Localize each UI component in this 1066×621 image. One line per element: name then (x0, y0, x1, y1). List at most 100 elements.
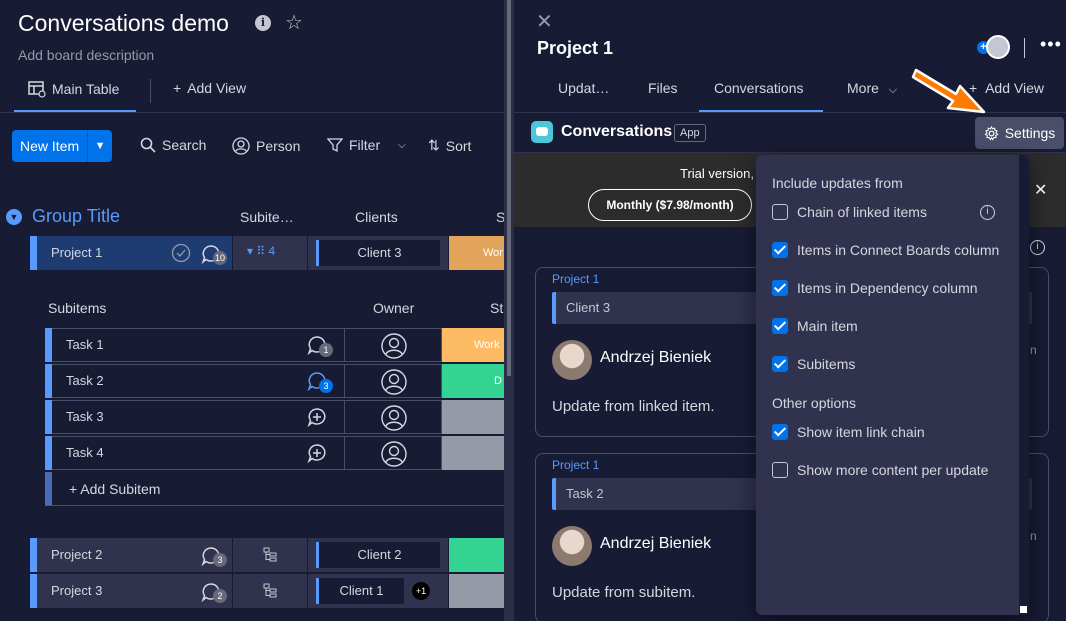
owner-cell[interactable] (344, 400, 442, 434)
chevron-down-icon[interactable]: ▼ (6, 208, 22, 225)
status-cell[interactable]: D (442, 364, 504, 398)
option-dependency-column[interactable]: Items in Dependency column (772, 280, 978, 296)
add-update-icon[interactable] (307, 407, 327, 427)
status-cell[interactable]: Wor (449, 236, 504, 270)
update-bubble-icon[interactable]: 3 (201, 545, 227, 567)
checkbox[interactable] (772, 462, 788, 478)
tab-files[interactable]: Files (648, 80, 678, 96)
monthly-plan-button[interactable]: Monthly ($7.98/month) (588, 189, 752, 221)
card-project-link[interactable]: Project 1 (552, 458, 599, 472)
subitem-name[interactable]: Task 4 (52, 436, 344, 470)
subitem-name[interactable]: Task 2 3 (52, 364, 344, 398)
option-show-item-link-chain[interactable]: Show item link chain (772, 424, 925, 440)
checkbox[interactable] (772, 280, 788, 296)
subitem-name[interactable]: Task 3 (52, 400, 344, 434)
item-name[interactable]: Project 2 3 (37, 538, 232, 572)
close-icon[interactable]: ✕ (536, 9, 553, 34)
settings-button[interactable]: Settings (975, 117, 1064, 149)
owner-cell[interactable] (344, 364, 442, 398)
option-chain-of-linked-items[interactable]: Chain of linked items (772, 204, 927, 220)
update-bubble-icon[interactable]: 2 (201, 581, 227, 603)
subitem-name[interactable]: Task 1 1 (52, 328, 344, 362)
update-bubble-icon[interactable]: 10 (201, 243, 227, 265)
owner-cell[interactable] (344, 328, 442, 362)
table-row[interactable]: Project 2 3 Client 2 (30, 538, 504, 572)
subitem-row[interactable]: Task 4 (45, 436, 504, 470)
group-title[interactable]: ▼ Group Title (6, 206, 120, 227)
clients-cell[interactable]: Client 3 (308, 236, 448, 270)
option-subitems[interactable]: Subitems (772, 356, 855, 372)
column-header-status[interactable]: S (496, 209, 504, 225)
checkbox[interactable] (772, 356, 788, 372)
person-icon[interactable] (381, 405, 407, 431)
option-main-item[interactable]: Main item (772, 318, 858, 334)
clients-cell[interactable]: Client 1 +1 (308, 574, 448, 608)
board-title[interactable]: Conversations demo (18, 10, 229, 37)
person-filter-button[interactable]: Person (232, 137, 300, 155)
board-scrollbar[interactable] (507, 0, 511, 376)
search-button[interactable]: Search (140, 137, 206, 153)
avatar[interactable] (552, 340, 592, 380)
update-bubble-icon[interactable]: 3 (307, 371, 333, 393)
status-cell[interactable] (442, 400, 504, 434)
card-author[interactable]: Andrzej Bieniek (600, 535, 711, 553)
add-update-icon[interactable] (307, 443, 327, 463)
add-subitem-button[interactable]: + Add Subitem (45, 472, 504, 506)
table-row[interactable]: Project 3 2 Client 1 +1 (30, 574, 504, 608)
card-project-link[interactable]: Project 1 (552, 272, 599, 286)
tab-more[interactable]: More ⌵ (847, 80, 897, 97)
board-description[interactable]: Add board description (18, 47, 154, 63)
new-item-button[interactable]: New Item ▼ (12, 130, 113, 162)
clients-cell[interactable]: Client 2 (308, 538, 448, 572)
client-chip[interactable]: Client 1 (316, 578, 404, 604)
item-name[interactable]: Project 3 2 (37, 574, 232, 608)
column-header-subitems[interactable]: Subite… (240, 209, 294, 225)
subitem-row[interactable]: Task 2 3 D (45, 364, 504, 398)
subitem-status-header[interactable]: St (490, 300, 503, 316)
check-circle-icon[interactable] (171, 243, 191, 263)
close-icon[interactable]: ✕ (1034, 180, 1047, 200)
dropdown-scrollbar[interactable] (1019, 155, 1029, 615)
column-header-clients[interactable]: Clients (355, 209, 398, 225)
owner-header[interactable]: Owner (373, 300, 414, 316)
group-title-label[interactable]: Group Title (32, 206, 120, 227)
tab-updates[interactable]: Updat… (558, 80, 609, 96)
subitems-cell[interactable] (233, 574, 307, 608)
more-clients-badge[interactable]: +1 (412, 582, 430, 600)
status-cell[interactable] (442, 436, 504, 470)
subitem-row[interactable]: Task 1 1 Work (45, 328, 504, 362)
more-options-icon[interactable]: ••• (1040, 34, 1062, 55)
new-item-label[interactable]: New Item (12, 130, 89, 162)
table-row[interactable]: Project 1 10 ▾ ⠿ 4 Client 3 Wor (30, 236, 504, 270)
update-bubble-icon[interactable]: 1 (307, 335, 333, 357)
subitem-row[interactable]: Task 3 (45, 400, 504, 434)
checkbox[interactable] (772, 242, 788, 258)
person-icon[interactable] (381, 333, 407, 359)
info-icon[interactable]: i (255, 15, 271, 31)
star-icon[interactable]: ☆ (285, 10, 303, 35)
item-name[interactable]: Project 1 10 (37, 236, 232, 270)
option-connect-boards[interactable]: Items in Connect Boards column (772, 242, 999, 258)
status-cell[interactable] (449, 574, 504, 608)
checkbox[interactable] (772, 424, 788, 440)
status-cell[interactable]: Work (442, 328, 504, 362)
sort-button[interactable]: ⇅ Sort (428, 137, 471, 154)
card-author[interactable]: Andrzej Bieniek (600, 349, 711, 367)
owner-cell[interactable] (344, 436, 442, 470)
resize-corner[interactable] (1020, 606, 1027, 613)
chevron-down-icon[interactable]: ⌵ (398, 140, 406, 151)
tab-conversations[interactable]: Conversations (714, 80, 804, 96)
subitems-cell[interactable] (233, 538, 307, 572)
status-cell[interactable] (449, 538, 504, 572)
option-show-more-content[interactable]: Show more content per update (772, 462, 988, 478)
client-chip[interactable]: Client 2 (316, 542, 440, 568)
checkbox[interactable] (772, 318, 788, 334)
chevron-down-icon[interactable]: ▼ (88, 130, 112, 162)
add-view-button[interactable]: + Add View (173, 80, 246, 96)
subitems-cell[interactable]: ▾ ⠿ 4 (233, 236, 307, 270)
tab-main-table[interactable]: Main Table (28, 80, 119, 98)
panel-resize-handle[interactable] (504, 0, 514, 621)
filter-button[interactable]: Filter ⌵ (327, 137, 406, 153)
client-chip[interactable]: Client 3 (316, 240, 440, 266)
info-icon[interactable]: i (980, 205, 995, 220)
